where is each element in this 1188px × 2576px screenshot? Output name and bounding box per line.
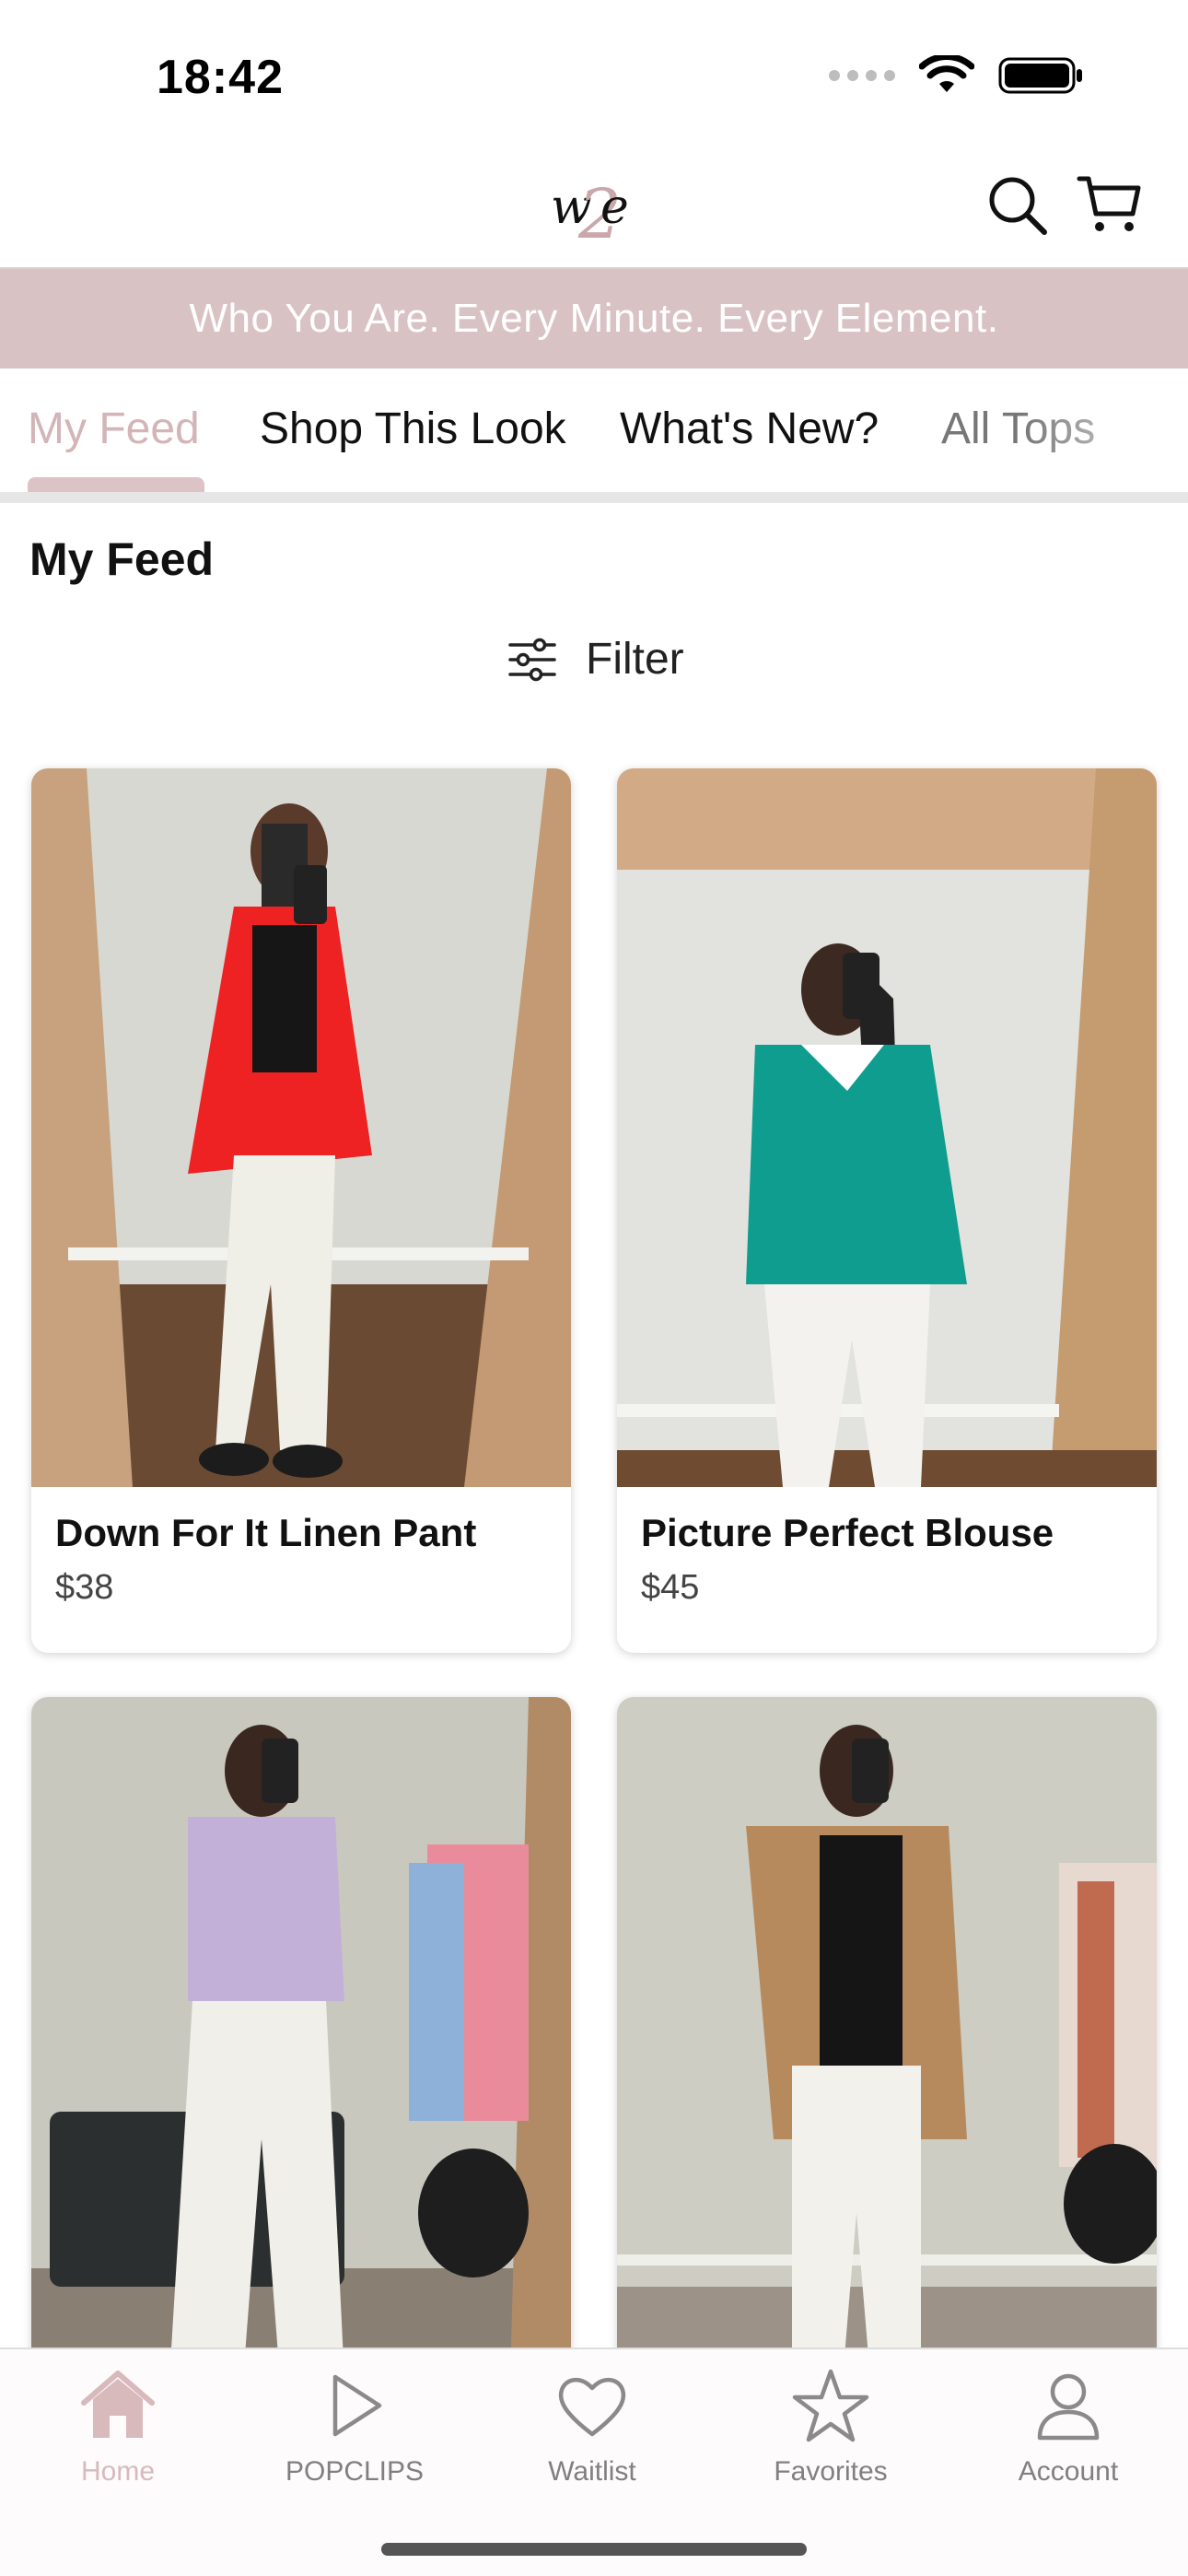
tab-shop-this-look[interactable]: Shop This Look [260,404,566,454]
filter-button[interactable]: Filter [507,634,684,685]
nav-popclips[interactable]: POPCLIPS [253,2366,456,2488]
nav-account-label: Account [1018,2456,1119,2487]
home-icon [81,2371,155,2438]
nav-popclips-label: POPCLIPS [285,2456,425,2487]
bottom-tab-bar: Home POPCLIPS Waitlist Favorites Account [0,2348,1188,2576]
product-card[interactable] [617,1697,1157,2379]
status-indicators [829,55,1085,96]
page-title: My Feed [29,533,215,585]
nav-account[interactable]: Account [967,2366,1170,2488]
home-indicator [381,2543,807,2556]
product-card[interactable]: Down For It Linen Pant $38 [31,768,571,1653]
tab-whats-new[interactable]: What's New? [620,404,879,454]
product-image[interactable] [617,1697,1157,2379]
filter-label: Filter [586,635,684,684]
product-image[interactable] [31,768,571,1487]
play-icon [332,2374,382,2437]
nav-favorites[interactable]: Favorites [729,2366,932,2488]
brand-logo[interactable]: w 2 e [543,157,645,258]
status-bar: 18:42 [0,0,1188,138]
product-image[interactable] [31,1697,571,2379]
product-card[interactable] [31,1697,571,2379]
product-name[interactable]: Down For It Linen Pant [55,1511,547,1555]
tabs-divider [0,492,1188,503]
nav-home-label: Home [80,2456,156,2487]
person-icon [1037,2373,1100,2441]
tab-my-feed[interactable]: My Feed [28,404,200,454]
active-tab-indicator [28,477,204,492]
product-price: $45 [641,1568,700,1607]
tagline-banner: Who You Are. Every Minute. Every Element… [0,269,1188,369]
product-card[interactable]: Picture Perfect Blouse $45 [617,768,1157,1653]
nav-home[interactable]: Home [17,2366,219,2488]
product-image[interactable] [617,768,1157,1487]
search-icon[interactable] [984,171,1052,240]
star-icon [792,2369,869,2442]
category-tabs: My Feed Shop This Look What's New? All T… [0,369,1188,507]
cart-icon[interactable] [1076,171,1144,240]
sliders-icon [508,638,556,681]
tagline-text: Who You Are. Every Minute. Every Element… [189,296,999,341]
status-time: 18:42 [157,51,284,104]
product-info: Picture Perfect Blouse $45 [617,1487,1157,1653]
product-price: $38 [55,1568,114,1607]
tabs-fade-overlay [1022,369,1188,488]
battery-icon [998,57,1082,94]
nav-waitlist[interactable]: Waitlist [491,2366,693,2488]
heart-icon [558,2378,626,2437]
svg-text:e: e [600,180,629,235]
wifi-icon [919,55,974,92]
cellular-signal-icon [829,70,895,81]
product-info: Down For It Linen Pant $38 [31,1487,571,1653]
nav-waitlist-label: Waitlist [548,2456,636,2487]
nav-favorites-label: Favorites [774,2456,888,2487]
product-name[interactable]: Picture Perfect Blouse [641,1511,1133,1555]
app-header: w 2 e [0,138,1188,269]
